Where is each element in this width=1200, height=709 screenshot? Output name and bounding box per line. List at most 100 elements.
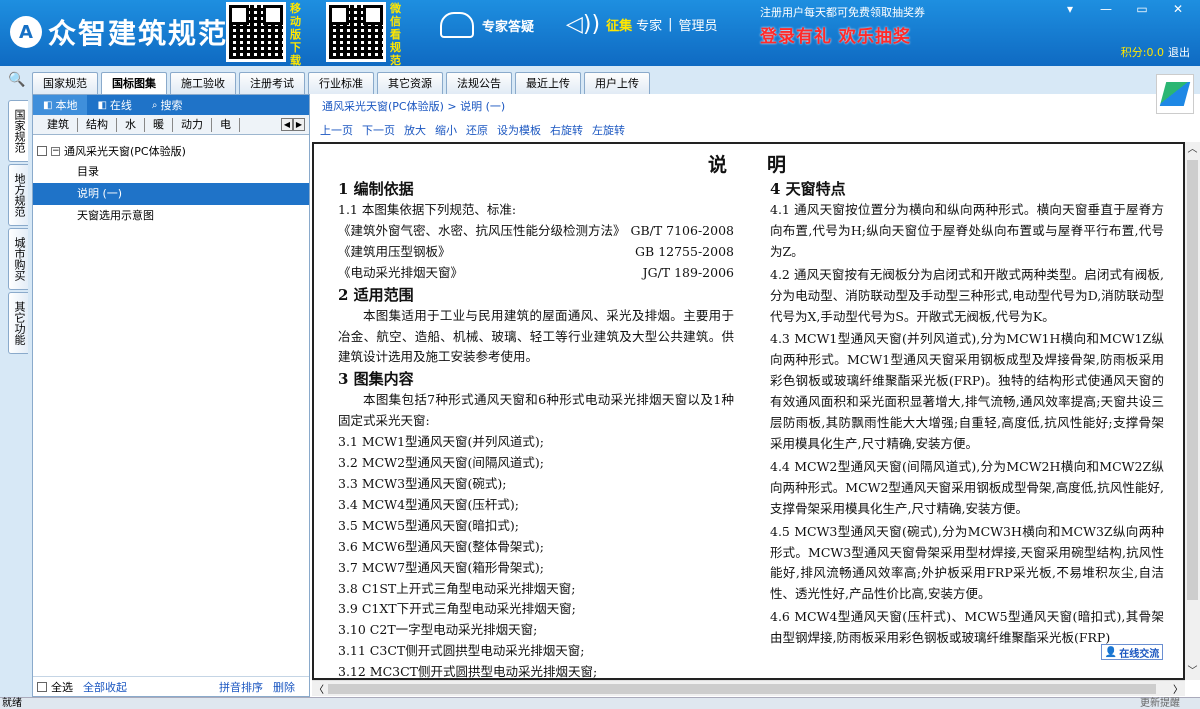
scroll-down-icon[interactable]: ﹀ (1185, 664, 1200, 680)
set-template-button[interactable]: 设为模板 (497, 122, 541, 138)
window-icon: ◧ (97, 99, 107, 111)
doc-paragraph: 1.1 本图集依据下列规范、标准: (338, 202, 517, 217)
rotate-right-button[interactable]: 右旋转 (550, 122, 583, 138)
menu-dropdown-icon[interactable]: ▾ (1052, 0, 1088, 20)
scroll-right-icon[interactable]: 〉 (1173, 681, 1183, 696)
tab-recent-uploads[interactable]: 最近上传 (515, 72, 581, 94)
collect-label[interactable]: 征集 (606, 15, 632, 34)
delete-link[interactable]: 删除 (273, 679, 295, 695)
cat-structure[interactable]: 结构 (78, 117, 117, 132)
maximize-icon[interactable]: ▭ (1124, 0, 1160, 20)
document-viewer[interactable]: 说明 1 编制依据 1.1 本图集依据下列规范、标准: 《建筑外窗气密、水密、抗… (312, 142, 1185, 680)
select-all-checkbox[interactable]: 全选 (37, 679, 73, 695)
online-tab[interactable]: ◧ 在线 (87, 97, 141, 113)
tab-national-codes[interactable]: 国家规范 (32, 72, 98, 94)
list-item: 3.10 C2T一字型电动采光排烟天窗; (338, 622, 538, 638)
cat-architecture[interactable]: 建筑 (39, 117, 78, 132)
pinyin-sort-link[interactable]: 拼音排序 (219, 679, 263, 695)
doc-paragraph: 本图集适用于工业与民用建筑的屋面通风、采光及排烟。主要用于冶金、航空、造船、机械… (338, 307, 734, 365)
tab-other-resources[interactable]: 其它资源 (377, 72, 443, 94)
section-heading: 4 天窗特点 (770, 180, 846, 198)
list-item: 3.7 MCW7型通风天窗(箱形骨架式); (338, 559, 544, 575)
collect-expert-link[interactable]: 专家 (636, 15, 662, 34)
vtab-city-purchase[interactable]: 城市购买 (8, 228, 28, 290)
search-tab-label: 搜索 (160, 99, 183, 112)
list-item: 3.2 MCW2型通风天窗(间隔风道式); (338, 455, 544, 471)
update-reminder[interactable]: 更新提醒 (1140, 698, 1180, 709)
doc-paragraph: 4.3 MCW1型通风天窗(并列风道式),分为MCW1H横向和MCW1Z纵向两种… (770, 331, 1164, 451)
reference-name: 《建筑外窗气密、水密、抗风压性能分级检测方法》 (338, 222, 626, 238)
vertical-tab-bar: 国家规范 地方规范 城市购买 其它功能 (0, 94, 32, 697)
reference-code: GB 12755-2008 (635, 243, 734, 259)
vtab-national-codes[interactable]: 国家规范 (8, 100, 28, 162)
horizontal-scrollbar[interactable]: 〈 〉 (312, 680, 1185, 696)
vtab-local-codes[interactable]: 地方规范 (8, 164, 28, 226)
collect-admin-link[interactable]: 管理员 (679, 15, 718, 34)
tree-checkbox[interactable] (37, 146, 47, 156)
expert-qa-button[interactable]: 专家答疑 (440, 12, 534, 38)
viewer-toolbar: 上一页 下一页 放大 缩小 还原 设为模板 右旋转 左旋转 (310, 120, 1200, 140)
tab-construction-acceptance[interactable]: 施工验收 (170, 72, 236, 94)
rotate-left-button[interactable]: 左旋转 (592, 122, 625, 138)
scroll-thumb[interactable] (1187, 160, 1198, 600)
cat-water[interactable]: 水 (117, 117, 145, 132)
reference-name: 《电动采光排烟天窗》 (338, 264, 464, 280)
tree-item-contents[interactable]: 目录 (33, 161, 309, 183)
scroll-up-icon[interactable]: ︿ (1185, 142, 1200, 158)
vtab-other-functions[interactable]: 其它功能 (8, 292, 28, 354)
tree-root[interactable]: − 通风采光天窗(PC体验版) (37, 141, 305, 161)
scroll-left-icon[interactable]: 〈 (314, 681, 324, 696)
cat-hvac[interactable]: 暖 (145, 117, 173, 132)
local-tab[interactable]: ◧ 本地 (33, 95, 88, 115)
tab-registration-exam[interactable]: 注册考试 (239, 72, 305, 94)
reference-line: 《电动采光排烟天窗》 JG/T 189-2006 (338, 263, 734, 284)
local-tab-label: 本地 (55, 99, 78, 112)
search-icon[interactable]: 🔍 (8, 72, 25, 88)
qr-wechat-caption: 微信看规范 (390, 2, 401, 67)
qr-code-wechat-icon[interactable] (326, 2, 386, 62)
list-item: 3.11 C3CT侧开式圆拱型电动采光排烟天窗; (338, 643, 585, 659)
collapse-all-link[interactable]: 全部收起 (83, 679, 127, 695)
doc-paragraph: 4.6 MCW4型通风天窗(压杆式)、MCW5型通风天窗(暗扣式),其骨架由型钢… (770, 609, 1164, 646)
tree-item-skylight-diagram[interactable]: 天窗选用示意图 (33, 205, 309, 227)
tab-industry-standards[interactable]: 行业标准 (308, 72, 374, 94)
speaker-icon: ◁)) (566, 12, 601, 37)
tree-item-notes-1[interactable]: 说明 (一) (33, 183, 309, 205)
tab-national-atlas[interactable]: 国标图集 (101, 72, 167, 94)
source-switcher: ◧ 本地 ◧ 在线 ⌕ 搜索 (33, 95, 309, 115)
next-page-button[interactable]: 下一页 (362, 122, 395, 138)
close-icon[interactable]: ✕ (1160, 0, 1196, 20)
reset-zoom-button[interactable]: 还原 (466, 122, 488, 138)
vertical-scrollbar[interactable]: ︿ ﹀ (1185, 142, 1200, 680)
qr-code-mobile-icon[interactable] (226, 2, 286, 62)
scroll-thumb[interactable] (328, 684, 1156, 694)
prev-page-button[interactable]: 上一页 (320, 122, 353, 138)
logo-icon: A (10, 16, 42, 48)
left-panel: ◧ 本地 ◧ 在线 ⌕ 搜索 建筑 结构 水 暖 动力 电 ◀ ▶ − 通风采光天窗(… (32, 94, 310, 697)
cat-electrical[interactable]: 电 (212, 117, 240, 132)
list-item: 3.9 C1XT下开式三角型电动采光排烟天窗; (338, 601, 576, 617)
search-tab[interactable]: ⌕ 搜索 (142, 97, 193, 113)
online-chat-button[interactable]: 👤 在线交流 (1101, 644, 1163, 660)
zoom-out-button[interactable]: 缩小 (435, 122, 457, 138)
select-all-label: 全选 (51, 680, 73, 694)
cat-power[interactable]: 动力 (173, 117, 212, 132)
status-text: 就绪 (2, 698, 22, 709)
scroll-left-icon[interactable]: ◀ (281, 118, 293, 131)
promo-headline[interactable]: 登录有礼 欢乐抽奖 (760, 22, 925, 47)
minimize-icon[interactable]: — (1088, 0, 1124, 20)
promo-subtitle: 注册用户每天都可免费领取抽奖券 (760, 6, 925, 19)
search-icon: ⌕ (151, 99, 158, 111)
collapse-icon[interactable]: − (51, 146, 60, 156)
logout-link[interactable]: 退出 (1168, 46, 1190, 59)
discipline-tabs: 建筑 结构 水 暖 动力 电 ◀ ▶ (33, 115, 309, 135)
promo-banner[interactable]: 注册用户每天都可免费领取抽奖券 登录有礼 欢乐抽奖 (760, 4, 925, 47)
tab-user-uploads[interactable]: 用户上传 (584, 72, 650, 94)
zoom-in-button[interactable]: 放大 (404, 122, 426, 138)
app-side-icon[interactable] (1156, 74, 1194, 114)
tree-actions: 全选 全部收起 拼音排序 删除 (33, 676, 309, 696)
scroll-right-icon[interactable]: ▶ (293, 118, 305, 131)
tab-regulations[interactable]: 法规公告 (446, 72, 512, 94)
title-bar: A 众智建筑规范 移动版下载 微信看规范 专家答疑 ◁)) 征集 专家 | 管理… (0, 0, 1200, 67)
online-tab-label: 在线 (109, 99, 132, 112)
